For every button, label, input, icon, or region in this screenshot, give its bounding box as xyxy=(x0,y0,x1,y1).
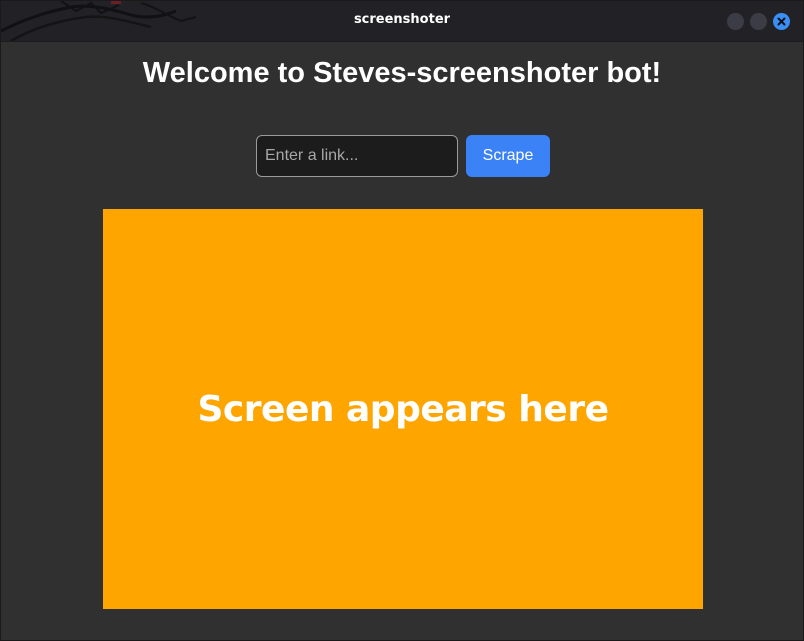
window-title: screenshoter xyxy=(353,12,451,27)
link-input[interactable] xyxy=(256,135,458,177)
close-button[interactable] xyxy=(773,13,790,30)
app-window: screenshoter Welcome to Steves-screensho… xyxy=(0,0,804,641)
close-icon xyxy=(777,17,786,26)
title-bar[interactable]: screenshoter xyxy=(1,1,803,42)
minimize-button[interactable] xyxy=(727,13,744,30)
maximize-button[interactable] xyxy=(750,13,767,30)
scrape-button[interactable]: Scrape xyxy=(466,135,550,177)
screenshot-preview-area: Screen appears here xyxy=(103,209,703,609)
page-heading: Welcome to Steves-screenshoter bot! xyxy=(142,57,662,89)
screenshot-placeholder-text: Screen appears here xyxy=(197,388,610,430)
